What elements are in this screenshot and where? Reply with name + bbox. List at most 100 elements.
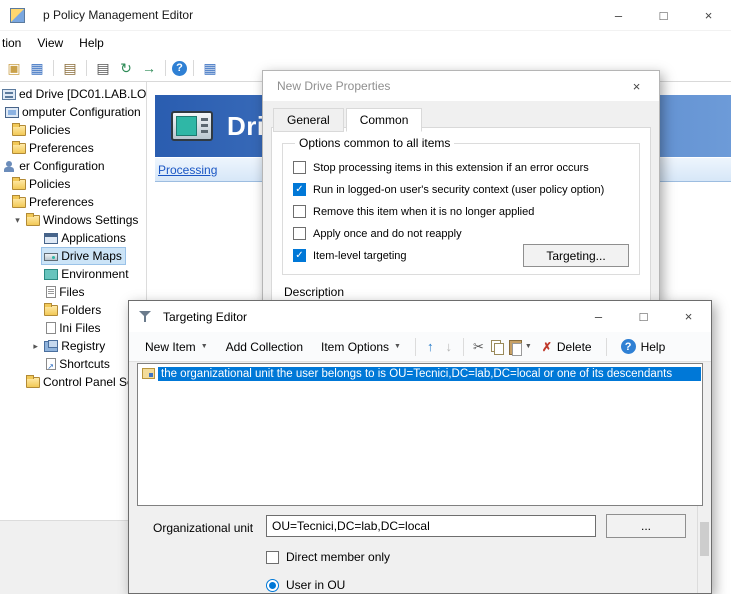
cut-icon[interactable]: ✂ (470, 339, 487, 355)
tree-item-label: Files (59, 285, 84, 299)
console-tree-icon[interactable]: ▦ (27, 58, 47, 78)
expander-open-icon[interactable]: ▾ (12, 215, 23, 226)
tab-common[interactable]: Common (346, 108, 423, 132)
delete-button[interactable]: ✗ Delete (534, 336, 600, 358)
stop-processing-checkbox[interactable] (293, 161, 306, 174)
tree-item-drive-maps[interactable]: Drive Maps (0, 247, 146, 265)
list-view-icon[interactable]: ▦ (200, 58, 220, 78)
tree-item-registry[interactable]: ▸ Registry (0, 337, 146, 355)
remove-when-not-applied-checkbox[interactable] (293, 205, 306, 218)
close-icon[interactable]: × (614, 71, 659, 101)
processing-link[interactable]: Processing (158, 163, 217, 177)
printer-icon[interactable]: ▤ (93, 58, 113, 78)
browse-button[interactable]: ... (606, 514, 686, 538)
checkbox-label: Item-level targeting (313, 250, 407, 262)
environment-icon (44, 269, 58, 280)
move-down-icon: ↓ (440, 339, 457, 354)
clipboard-icon[interactable]: ▤ (60, 58, 80, 78)
tree-item-computer-configuration[interactable]: omputer Configuration (0, 103, 146, 121)
user-in-ou-radio[interactable] (266, 579, 279, 592)
menubar: tion View Help (0, 31, 731, 55)
screen: p Policy Management Editor – □ × tion Vi… (0, 0, 731, 594)
apply-once-checkbox[interactable] (293, 227, 306, 240)
checkbox-row: Run in logged-on user's security context… (293, 183, 629, 196)
tree-item-mapped-drive[interactable]: ed Drive [DC01.LAB.LOCA (0, 85, 146, 103)
paste-icon[interactable] (507, 339, 523, 355)
menu-view[interactable]: View (29, 33, 71, 53)
tree-item-policies-computer[interactable]: Policies (0, 121, 146, 139)
new-drive-properties-dialog: New Drive Properties × General Common Op… (262, 70, 660, 303)
folder-icon (12, 143, 26, 154)
tree-item-preferences-user[interactable]: Preferences (0, 193, 146, 211)
options-group: Options common to all items Stop process… (282, 136, 640, 275)
help-icon[interactable]: ? (172, 61, 187, 76)
help-button[interactable]: ? Help (613, 335, 674, 358)
add-collection-button[interactable]: Add Collection (218, 336, 311, 358)
tree-item-preferences-computer[interactable]: Preferences (0, 139, 146, 157)
dialog-titlebar: Targeting Editor – □ × (129, 301, 711, 332)
tab-general[interactable]: General (273, 108, 344, 132)
funnel-icon (139, 310, 153, 324)
console-window-icon[interactable]: ▣ (4, 58, 24, 78)
run-in-user-context-checkbox[interactable] (293, 183, 306, 196)
menu-action[interactable]: tion (0, 33, 29, 53)
expander-closed-icon[interactable]: ▸ (30, 341, 41, 352)
direct-member-only-checkbox[interactable] (266, 551, 279, 564)
direct-member-only-label: Direct member only (286, 550, 390, 564)
tree-item-label: Applications (61, 231, 126, 245)
tree-item-label: Ini Files (59, 321, 100, 335)
targeting-rule-list[interactable]: the organizational unit the user belongs… (137, 363, 703, 506)
ini-files-icon (46, 322, 56, 334)
tree-item-folders[interactable]: Folders (0, 301, 146, 319)
minimize-button[interactable]: – (596, 0, 641, 30)
tree-item-applications[interactable]: Applications (0, 229, 146, 247)
organizational-unit-input[interactable] (266, 515, 596, 537)
targeting-button[interactable]: Targeting... (523, 244, 629, 267)
minimize-button[interactable]: – (576, 301, 621, 332)
tree-item-control-panel-settings[interactable]: Control Panel Sett (0, 373, 146, 391)
tree-item-ini-files[interactable]: Ini Files (0, 319, 146, 337)
vertical-scrollbar[interactable] (697, 506, 710, 593)
folder-icon (12, 197, 26, 208)
tree-item-shortcuts[interactable]: Shortcuts (0, 355, 146, 373)
item-level-targeting-checkbox[interactable] (293, 249, 306, 262)
targeting-rule-row[interactable]: the organizational unit the user belongs… (139, 365, 701, 382)
help-label: Help (641, 340, 666, 354)
tree-item-environment[interactable]: Environment (0, 265, 146, 283)
direct-member-row: Direct member only (266, 550, 390, 564)
maximize-button[interactable]: □ (621, 301, 666, 332)
close-button[interactable]: × (666, 301, 711, 332)
chevron-down-icon: ▼ (394, 343, 401, 350)
gpo-icon (2, 89, 16, 100)
checkbox-label: Remove this item when it is no longer ap… (313, 206, 534, 218)
item-options-button[interactable]: Item Options ▼ (313, 336, 409, 358)
horizontal-scrollbar[interactable] (0, 520, 146, 534)
checkbox-row: Remove this item when it is no longer ap… (293, 205, 629, 218)
move-up-icon[interactable]: ↑ (422, 339, 439, 354)
targeting-editor-dialog: Targeting Editor – □ × New Item ▼ Add Co… (128, 300, 712, 594)
menu-help[interactable]: Help (71, 33, 112, 53)
drive-banner-icon (171, 111, 213, 141)
options-group-title: Options common to all items (295, 136, 454, 150)
scrollbar-thumb[interactable] (700, 522, 709, 556)
computer-icon (5, 107, 19, 118)
toolbar-separator (53, 60, 54, 76)
item-options-label: Item Options (321, 340, 389, 354)
add-collection-label: Add Collection (226, 340, 303, 354)
export-list-icon[interactable]: → (139, 58, 159, 78)
tree-item-user-configuration[interactable]: er Configuration (0, 157, 146, 175)
maximize-button[interactable]: □ (641, 0, 686, 30)
tree-item-policies-user[interactable]: Policies (0, 175, 146, 193)
organizational-unit-label: Organizational unit (153, 521, 253, 535)
chevron-down-icon[interactable]: ▼ (525, 343, 532, 350)
copy-icon[interactable] (489, 339, 505, 355)
tree-item-files[interactable]: Files (0, 283, 146, 301)
toolbar-separator (606, 338, 607, 356)
refresh-icon[interactable]: ↻ (116, 58, 136, 78)
folder-icon (12, 125, 26, 136)
toolbar-separator (193, 60, 194, 76)
tree-item-windows-settings[interactable]: ▾ Windows Settings (0, 211, 146, 229)
delete-x-icon: ✗ (542, 340, 552, 354)
new-item-button[interactable]: New Item ▼ (137, 336, 216, 358)
close-button[interactable]: × (686, 0, 731, 30)
